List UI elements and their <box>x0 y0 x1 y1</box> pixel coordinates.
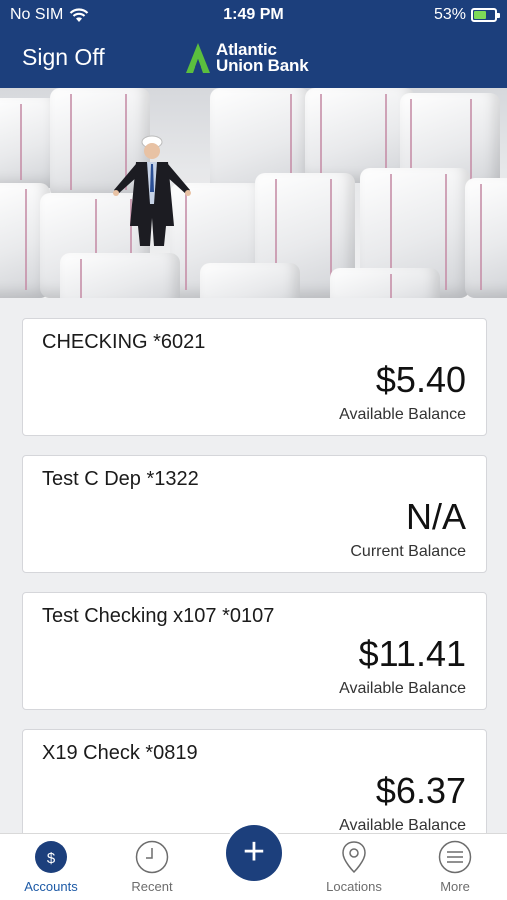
hero-image <box>0 88 507 298</box>
tab-accounts[interactable]: $ Accounts <box>6 840 96 894</box>
account-name: CHECKING *6021 <box>42 331 206 353</box>
sign-off-button[interactable]: Sign Off <box>22 44 105 71</box>
clock: 1:49 PM <box>223 6 284 23</box>
svg-text:$: $ <box>47 850 56 867</box>
person-in-hardhat-image <box>113 135 191 246</box>
add-button[interactable]: + <box>226 825 282 881</box>
bank-logo: Atlantic Union Bank <box>186 41 309 75</box>
logo-mark-icon <box>186 43 210 73</box>
accounts-dollar-icon: $ <box>35 841 67 873</box>
account-balance: $6.37 <box>375 770 466 811</box>
tab-locations-label: Locations <box>326 879 382 894</box>
account-card[interactable]: CHECKING *6021 $5.40 Available Balance <box>22 318 487 436</box>
account-card[interactable]: Test Checking x107 *0107 $11.41 Availabl… <box>22 592 487 710</box>
tab-recent-label: Recent <box>131 879 173 894</box>
account-balance: N/A <box>405 496 466 537</box>
logo-line-2: Union Bank <box>216 56 309 75</box>
account-name: X19 Check *0819 <box>42 742 198 764</box>
menu-icon <box>438 840 472 874</box>
battery-icon <box>471 8 500 22</box>
account-balance: $5.40 <box>375 359 466 400</box>
account-name: Test Checking x107 *0107 <box>42 605 275 627</box>
tab-accounts-label: Accounts <box>24 879 78 894</box>
clock-icon <box>135 840 169 874</box>
tab-more[interactable]: More <box>410 840 500 894</box>
balance-label: Available Balance <box>339 406 466 423</box>
account-name: Test C Dep *1322 <box>42 468 199 490</box>
tab-more-label: More <box>440 879 470 894</box>
balance-label: Available Balance <box>339 680 466 697</box>
status-bar: No SIM 1:49 PM 53% <box>0 6 507 26</box>
account-card[interactable]: Test C Dep *1322 N/A Current Balance <box>22 455 487 573</box>
account-balance: $11.41 <box>358 633 466 674</box>
location-pin-icon <box>342 841 366 874</box>
tab-locations[interactable]: Locations <box>309 840 399 894</box>
app-header: No SIM 1:49 PM 53% Sign Off Atlantic Uni… <box>0 0 507 88</box>
balance-label: Current Balance <box>350 543 466 560</box>
battery-percent: 53% <box>433 6 466 23</box>
tab-recent[interactable]: Recent <box>107 840 197 894</box>
